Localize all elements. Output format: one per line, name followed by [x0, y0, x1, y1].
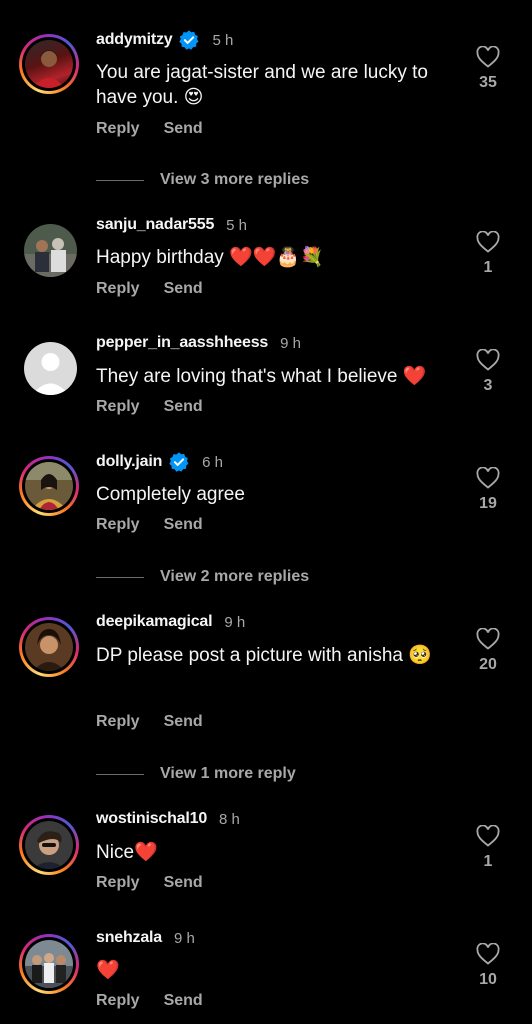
- verified-badge-icon: [179, 30, 199, 50]
- avatar-photo: [25, 623, 73, 671]
- heart-outline-icon[interactable]: [476, 349, 500, 371]
- comment-time: 6 h: [202, 453, 224, 471]
- comment-text: Nice❤️: [96, 842, 158, 863]
- like-count: 20: [479, 656, 497, 673]
- comment-username[interactable]: deepikamagical: [96, 613, 213, 631]
- comment-username[interactable]: wostinischal10: [96, 810, 207, 828]
- send-button[interactable]: Send: [164, 713, 203, 731]
- like-count: 19: [479, 495, 497, 512]
- avatar-photo: [25, 462, 73, 510]
- heart-outline-icon[interactable]: [476, 46, 500, 68]
- send-button[interactable]: Send: [164, 992, 203, 1010]
- avatar-photo: [33, 50, 65, 88]
- heart-outline-icon[interactable]: [476, 825, 500, 847]
- reply-button[interactable]: Reply: [96, 120, 140, 138]
- comment-time: 9 h: [280, 334, 301, 352]
- comment-username[interactable]: addymitzy: [96, 31, 173, 49]
- heart-outline-icon[interactable]: [476, 231, 500, 253]
- view-more-replies[interactable]: View 2 more replies: [96, 568, 309, 586]
- heart-outline-icon[interactable]: [476, 943, 500, 965]
- comment-username[interactable]: sanju_nadar555: [96, 216, 214, 234]
- reply-button[interactable]: Reply: [96, 516, 140, 534]
- comment-time: 8 h: [219, 810, 240, 828]
- avatar[interactable]: [19, 617, 79, 677]
- avatar[interactable]: [19, 34, 79, 94]
- comment-text: ❤️: [96, 960, 120, 981]
- avatar-photo: [24, 224, 77, 277]
- verified-badge-icon: [169, 452, 189, 472]
- comment-time: 9 h: [174, 929, 195, 947]
- send-button[interactable]: Send: [164, 398, 203, 416]
- view-more-replies[interactable]: View 3 more replies: [96, 171, 309, 189]
- reply-button[interactable]: Reply: [96, 992, 140, 1010]
- comment-username[interactable]: dolly.jain: [96, 453, 162, 471]
- comment-text: You are jagat-sister and we are lucky to…: [96, 62, 428, 108]
- send-button[interactable]: Send: [164, 516, 203, 534]
- comment-time: 5 h: [226, 216, 248, 234]
- default-avatar-icon: [24, 342, 77, 395]
- comment-text: They are loving that's what I believe ❤️: [96, 366, 427, 387]
- heart-outline-icon[interactable]: [476, 628, 500, 650]
- comment-time: 5 h: [212, 31, 234, 49]
- avatar-photo: [25, 821, 73, 869]
- like-count: 10: [479, 971, 497, 988]
- comment-text: DP please post a picture with anisha 🥺: [96, 645, 432, 666]
- send-button[interactable]: Send: [164, 120, 203, 138]
- comment-text: Completely agree: [96, 484, 245, 505]
- avatar[interactable]: [24, 224, 77, 277]
- like-count: 1: [483, 853, 493, 870]
- send-button[interactable]: Send: [164, 874, 203, 892]
- comment-username[interactable]: pepper_in_aasshheess: [96, 334, 268, 352]
- like-count: 1: [483, 259, 493, 276]
- avatar[interactable]: [19, 934, 79, 994]
- reply-button[interactable]: Reply: [96, 874, 140, 892]
- reply-button[interactable]: Reply: [96, 398, 140, 416]
- avatar[interactable]: [19, 815, 79, 875]
- like-count: 35: [479, 74, 497, 91]
- avatar[interactable]: [24, 342, 77, 395]
- heart-outline-icon[interactable]: [476, 467, 500, 489]
- avatar[interactable]: [19, 456, 79, 516]
- reply-button[interactable]: Reply: [96, 280, 140, 298]
- comment-username[interactable]: snehzala: [96, 929, 162, 947]
- comment-time: 9 h: [224, 613, 246, 631]
- comment-text: Happy birthday ❤️❤️🎂💐: [96, 247, 324, 268]
- send-button[interactable]: Send: [164, 280, 203, 298]
- view-more-replies[interactable]: View 1 more reply: [96, 765, 296, 783]
- avatar-photo: [25, 940, 73, 988]
- reply-button[interactable]: Reply: [96, 713, 140, 731]
- like-count: 3: [483, 377, 493, 394]
